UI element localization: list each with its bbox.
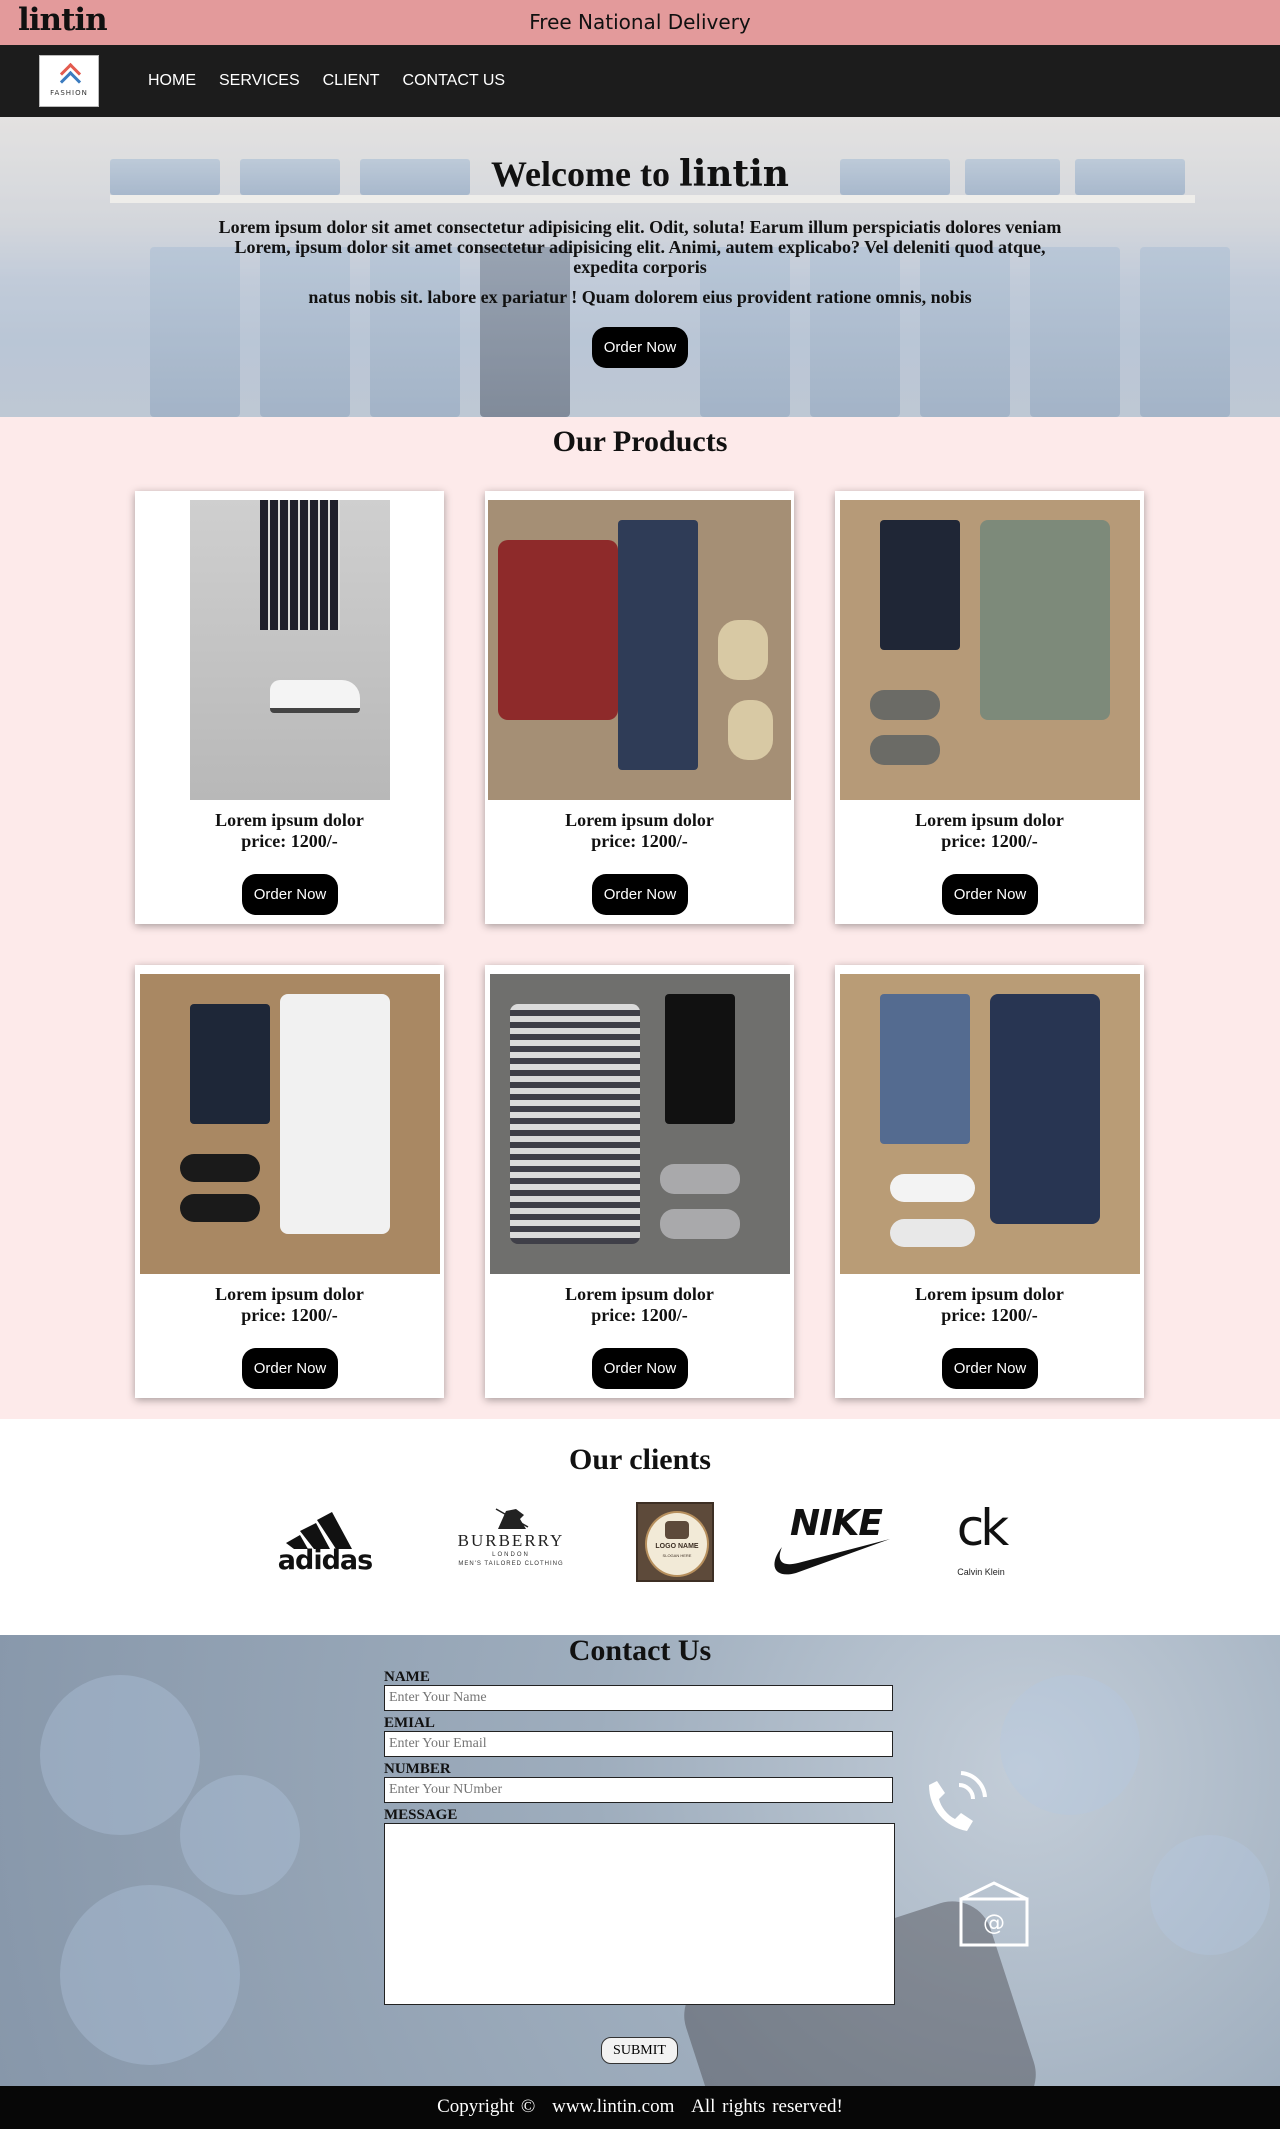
hero-paragraph: Lorem ipsum dolor sit amet consectetur a…	[218, 217, 1062, 277]
product-title: Lorem ipsum dolor	[215, 1284, 364, 1304]
order-button[interactable]: Order Now	[592, 1348, 688, 1389]
fashion-logo[interactable]: FASHION	[39, 55, 99, 107]
burberry-wordmark: BURBERRY	[457, 1531, 565, 1550]
nike-logo[interactable]: NIKE	[768, 1503, 892, 1583]
product-card: Lorem ipsum dolor price: 1200/- Order No…	[485, 965, 794, 1398]
product-price: price: 1200/-	[941, 1305, 1038, 1325]
name-input[interactable]	[384, 1685, 893, 1711]
product-name: Lorem ipsum dolor price: 1200/-	[835, 810, 1144, 852]
submit-button[interactable]: SUBMIT	[601, 2037, 678, 2064]
burberry-logo[interactable]: BURBERRY LONDON MEN'S TAILORED CLOTHING	[436, 1505, 586, 1587]
footer-text: Copyright © www.lintin.com All rights re…	[0, 2096, 1280, 2118]
calvin-klein-logo[interactable]: ck Calvin Klein	[946, 1499, 1016, 1585]
svg-text:@: @	[983, 1911, 1005, 1936]
hero-paragraph-2: natus nobis sit. labore ex pariatur ! Qu…	[308, 287, 972, 307]
product-name: Lorem ipsum dolor price: 1200/-	[835, 1284, 1144, 1326]
adidas-wordmark: adidas	[277, 1545, 373, 1576]
phone-call-icon	[929, 1771, 987, 1831]
nav-item-services[interactable]: SERVICES	[219, 72, 300, 90]
top-bar: lintin Free National Delivery	[0, 0, 1280, 45]
product-price: price: 1200/-	[241, 1305, 338, 1325]
footer: Copyright © www.lintin.com All rights re…	[0, 2086, 1280, 2129]
knight-icon	[495, 1508, 529, 1529]
product-title: Lorem ipsum dolor	[915, 810, 1064, 830]
main-nav: FASHION HOME SERVICES CLIENT CONTACT US	[0, 45, 1280, 117]
contact-section: @ Contact Us NAME EMIAL NUMBER MESSAGE S…	[0, 1635, 1280, 2086]
hero-title-prefix: Welcome to	[491, 154, 670, 194]
swoosh-icon	[774, 1539, 890, 1575]
sneakers-legs-photo	[190, 500, 390, 800]
product-card: Lorem ipsum dolor price: 1200/- Order No…	[135, 965, 444, 1398]
sewing-machine-icon	[665, 1521, 689, 1539]
logo-name-text: LOGO NAME	[655, 1543, 699, 1550]
order-button[interactable]: Order Now	[592, 874, 688, 915]
logo-name-badge[interactable]: LOGO NAME SLOGAN HERE	[636, 1502, 714, 1582]
message-textarea[interactable]	[384, 1823, 895, 2005]
email-envelope-icon: @	[959, 1881, 1029, 1947]
logo-text: FASHION	[50, 89, 88, 97]
nav-item-client[interactable]: CLIENT	[323, 72, 380, 90]
site-link[interactable]: www.lintin.com	[552, 2096, 674, 2117]
number-input[interactable]	[384, 1777, 893, 1803]
product-name: Lorem ipsum dolor price: 1200/-	[485, 1284, 794, 1326]
delivery-banner: Free National Delivery	[529, 10, 751, 34]
contact-title: Contact Us	[568, 1635, 712, 1667]
number-label: NUMBER	[384, 1761, 451, 1777]
products-title: Our Products	[552, 425, 728, 458]
product-price: price: 1200/-	[941, 831, 1038, 851]
product-title: Lorem ipsum dolor	[565, 1284, 714, 1304]
green-shirt-outfit-photo	[840, 500, 1140, 800]
bokeh-light	[40, 1675, 200, 1835]
product-name: Lorem ipsum dolor price: 1200/-	[135, 810, 444, 852]
copyright-text: Copyright ©	[437, 2096, 536, 2117]
order-button[interactable]: Order Now	[242, 874, 338, 915]
burberry-sub2: MEN'S TAILORED CLOTHING	[458, 1561, 564, 1567]
product-title: Lorem ipsum dolor	[215, 810, 364, 830]
burberry-sub: LONDON	[492, 1552, 530, 1558]
logo-slogan: SLOGAN HERE	[662, 1553, 692, 1558]
product-title: Lorem ipsum dolor	[915, 1284, 1064, 1304]
product-card: Lorem ipsum dolor price: 1200/- Order No…	[485, 491, 794, 924]
clients-section: Our clients adidas BURBERRY LONDON MEN'S…	[0, 1419, 1280, 1635]
product-price: price: 1200/-	[591, 831, 688, 851]
rights-text: All rights reserved!	[691, 2096, 843, 2117]
red-sweater-outfit-photo	[488, 500, 791, 800]
hero-title-brand: lintin	[678, 153, 789, 195]
nav-menu: HOME SERVICES CLIENT CONTACT US	[148, 72, 528, 90]
email-label: EMIAL	[384, 1715, 435, 1731]
hero-banner: Welcome to lintin Lorem ipsum dolor sit …	[0, 117, 1280, 417]
clients-title: Our clients	[569, 1443, 711, 1476]
badge-circle: LOGO NAME SLOGAN HERE	[645, 1511, 709, 1577]
bokeh-light	[180, 1775, 300, 1895]
product-card: Lorem ipsum dolor price: 1200/- Order No…	[835, 965, 1144, 1398]
hero-order-button[interactable]: Order Now	[592, 327, 688, 368]
order-button[interactable]: Order Now	[942, 1348, 1038, 1389]
ck-sub: Calvin Klein	[957, 1567, 1005, 1577]
nav-item-home[interactable]: HOME	[148, 72, 196, 90]
product-name: Lorem ipsum dolor price: 1200/-	[135, 1284, 444, 1326]
bokeh-light	[60, 1885, 240, 2065]
adidas-stripes-icon	[286, 1512, 352, 1549]
hero-title: Welcome to lintin	[0, 153, 1280, 195]
checked-shirt-outfit-photo	[490, 974, 790, 1274]
ck-wordmark: ck	[956, 1499, 1009, 1557]
product-card: Lorem ipsum dolor price: 1200/- Order No…	[135, 491, 444, 924]
nav-item-contact[interactable]: CONTACT US	[403, 72, 506, 90]
name-label: NAME	[384, 1669, 430, 1685]
product-card: Lorem ipsum dolor price: 1200/- Order No…	[835, 491, 1144, 924]
email-input[interactable]	[384, 1731, 893, 1757]
order-button[interactable]: Order Now	[242, 1348, 338, 1389]
adidas-logo[interactable]: adidas	[272, 1509, 378, 1579]
order-button[interactable]: Order Now	[942, 874, 1038, 915]
product-title: Lorem ipsum dolor	[565, 810, 714, 830]
white-shirt-outfit-photo	[140, 974, 440, 1274]
products-section: Our Products Lorem ipsum dolor price: 12…	[0, 417, 1280, 1419]
bokeh-light	[1000, 1675, 1140, 1815]
product-price: price: 1200/-	[591, 1305, 688, 1325]
product-price: price: 1200/-	[241, 831, 338, 851]
bokeh-light	[1150, 1835, 1270, 1955]
product-name: Lorem ipsum dolor price: 1200/-	[485, 810, 794, 852]
message-label: MESSAGE	[384, 1807, 458, 1823]
navy-sweater-outfit-photo	[840, 974, 1140, 1274]
